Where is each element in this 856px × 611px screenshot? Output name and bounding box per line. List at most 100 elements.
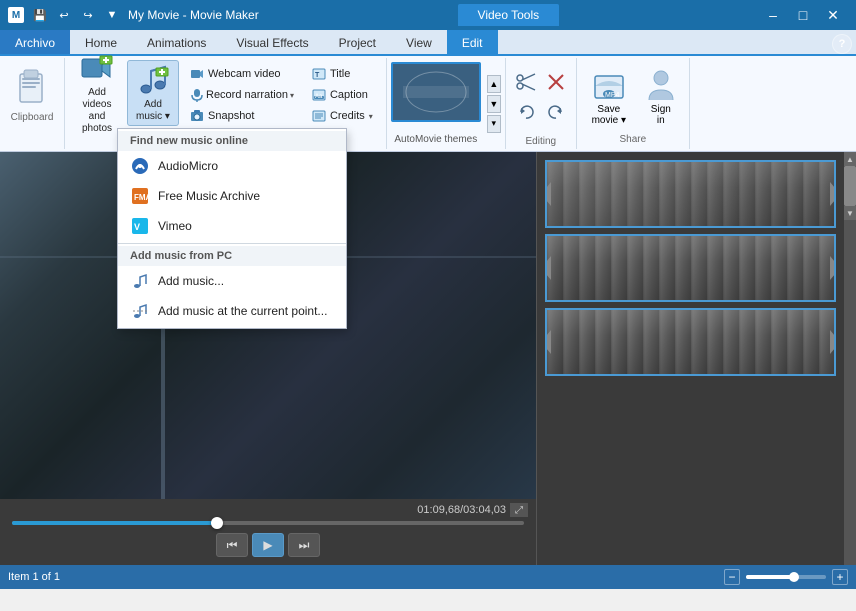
svg-text:FMA: FMA	[134, 193, 149, 202]
zoom-slider[interactable]	[746, 575, 826, 579]
progress-thumb[interactable]	[211, 517, 223, 529]
share-label: Share	[619, 134, 646, 145]
next-frame-button[interactable]: ⏭	[288, 533, 320, 557]
rotate-right-button[interactable]	[542, 98, 570, 126]
add-music-pc-item[interactable]: Add music...	[118, 266, 346, 296]
scroll-track	[844, 166, 856, 206]
theme-thumbnail-1[interactable]	[391, 62, 481, 122]
add-music-at-point-item[interactable]: Add music at the current point...	[118, 296, 346, 326]
add-videos-label: Add videosand photos	[74, 87, 120, 135]
title-bar: M 💾 ↩ ↪ ▼ My Movie - Movie Maker Video T…	[0, 0, 856, 30]
title-button[interactable]: T Title	[305, 64, 380, 84]
paste-icon	[14, 66, 50, 106]
credits-dropdown-arrow: ▾	[369, 112, 373, 121]
customize-qa-button[interactable]: ▼	[102, 5, 122, 25]
strip-left-notch	[545, 182, 551, 206]
scissors-icon	[515, 71, 537, 93]
narration-label: Record narration	[206, 89, 288, 101]
status-right: − +	[724, 569, 848, 585]
tab-animations[interactable]: Animations	[132, 30, 221, 54]
editing-group-content	[512, 60, 570, 134]
close-button[interactable]: ✕	[818, 5, 848, 25]
add-from-pc-header: Add music from PC	[118, 246, 346, 266]
progress-bar[interactable]	[12, 521, 524, 525]
scroll-down-button[interactable]: ▼	[844, 206, 856, 220]
snapshot-label: Snapshot	[208, 110, 254, 122]
text-options-col: T Title Aa Caption	[305, 60, 380, 126]
add-music-label: Addmusic ▾	[136, 99, 170, 123]
webcam-video-button[interactable]: Webcam video	[183, 64, 301, 84]
timeline-strip-2[interactable]	[545, 234, 836, 302]
svg-text:MP4: MP4	[605, 92, 620, 99]
strip3-left-notch	[545, 330, 551, 354]
record-narration-button[interactable]: Record narration ▾	[183, 85, 301, 105]
window-controls: – □ ✕	[758, 5, 848, 25]
automovie-themes-group: AutoMovie themes ▲ ▼ ▾	[387, 58, 506, 149]
caption-icon: Aa	[312, 88, 326, 102]
strip3-right-notch	[830, 330, 836, 354]
find-music-header: Find new music online	[118, 131, 346, 151]
tab-visual-effects[interactable]: Visual Effects	[221, 30, 323, 54]
credits-icon	[312, 109, 326, 123]
webcam-label: Webcam video	[208, 68, 281, 80]
transport-controls: ⏮ ▶ ⏭	[8, 529, 528, 561]
caption-button[interactable]: Aa Caption	[305, 85, 380, 105]
media-options-col: Webcam video Record narration ▾	[183, 60, 301, 126]
tab-view[interactable]: View	[391, 30, 447, 54]
scroll-thumb[interactable]	[844, 166, 856, 206]
status-bar: Item 1 of 1 − +	[0, 565, 856, 589]
rotate-left-icon	[515, 101, 537, 123]
rotate-left-button[interactable]	[512, 98, 540, 126]
save-movie-button[interactable]: MP4 Savemovie ▾	[583, 64, 635, 130]
remove-button[interactable]	[542, 68, 570, 96]
redo-qa-button[interactable]: ↪	[78, 5, 98, 25]
timeline-vertical-scrollbar[interactable]: ▲ ▼	[844, 152, 856, 565]
time-display-row: 01:09,68/03:04,03 ⤢	[8, 503, 528, 517]
vimeo-item[interactable]: V Vimeo	[118, 211, 346, 241]
save-movie-icon: MP4	[591, 68, 627, 104]
zoom-in-button[interactable]: +	[832, 569, 848, 585]
title-label: Title	[330, 68, 350, 80]
clipboard-group: Clipboard	[0, 58, 65, 149]
maximize-button[interactable]: □	[788, 5, 818, 25]
strip-right-notch	[830, 182, 836, 206]
themes-scroll-down[interactable]: ▼	[487, 95, 501, 113]
credits-button[interactable]: Credits ▾	[305, 106, 380, 126]
video-tools-context-tab[interactable]: Video Tools	[458, 4, 560, 26]
sign-in-button[interactable]: Signin	[639, 64, 683, 130]
save-qa-button[interactable]: 💾	[30, 5, 50, 25]
add-videos-button[interactable]: Add videosand photos	[71, 60, 123, 126]
free-music-archive-item[interactable]: FMA Free Music Archive	[118, 181, 346, 211]
zoom-thumb[interactable]	[789, 572, 799, 582]
themes-expand[interactable]: ▾	[487, 115, 501, 133]
expand-view-button[interactable]: ⤢	[510, 503, 528, 517]
vimeo-icon: V	[130, 216, 150, 236]
minimize-button[interactable]: –	[758, 5, 788, 25]
tab-project[interactable]: Project	[324, 30, 391, 54]
undo-qa-button[interactable]: ↩	[54, 5, 74, 25]
timeline-panel: ▲ ▼	[536, 152, 856, 565]
themes-scroll-up[interactable]: ▲	[487, 75, 501, 93]
snapshot-button[interactable]: Snapshot	[183, 106, 301, 126]
credits-label: Credits	[330, 110, 365, 122]
rotate-right-icon	[545, 101, 567, 123]
save-movie-label: Savemovie ▾	[592, 104, 626, 126]
tab-edit[interactable]: Edit	[447, 30, 498, 54]
trim-button[interactable]	[512, 68, 540, 96]
svg-text:T: T	[315, 72, 320, 79]
prev-frame-button[interactable]: ⏮	[216, 533, 248, 557]
play-button[interactable]: ▶	[252, 533, 284, 557]
timeline-strip-1[interactable]	[545, 160, 836, 228]
help-button[interactable]: ?	[832, 34, 852, 54]
add-music-button[interactable]: Addmusic ▾	[127, 60, 179, 126]
tab-archivo[interactable]: Archivo	[0, 30, 70, 54]
item-info: Item 1 of 1	[8, 571, 60, 583]
timeline-strip-3[interactable]	[545, 308, 836, 376]
zoom-out-button[interactable]: −	[724, 569, 740, 585]
progress-fill	[12, 521, 217, 525]
svg-text:Aa: Aa	[315, 94, 323, 100]
home-ribbon-group: Add videosand photos	[65, 58, 387, 149]
scroll-up-button[interactable]: ▲	[844, 152, 856, 166]
paste-button[interactable]	[8, 62, 56, 110]
audiomicro-item[interactable]: AudioMicro	[118, 151, 346, 181]
